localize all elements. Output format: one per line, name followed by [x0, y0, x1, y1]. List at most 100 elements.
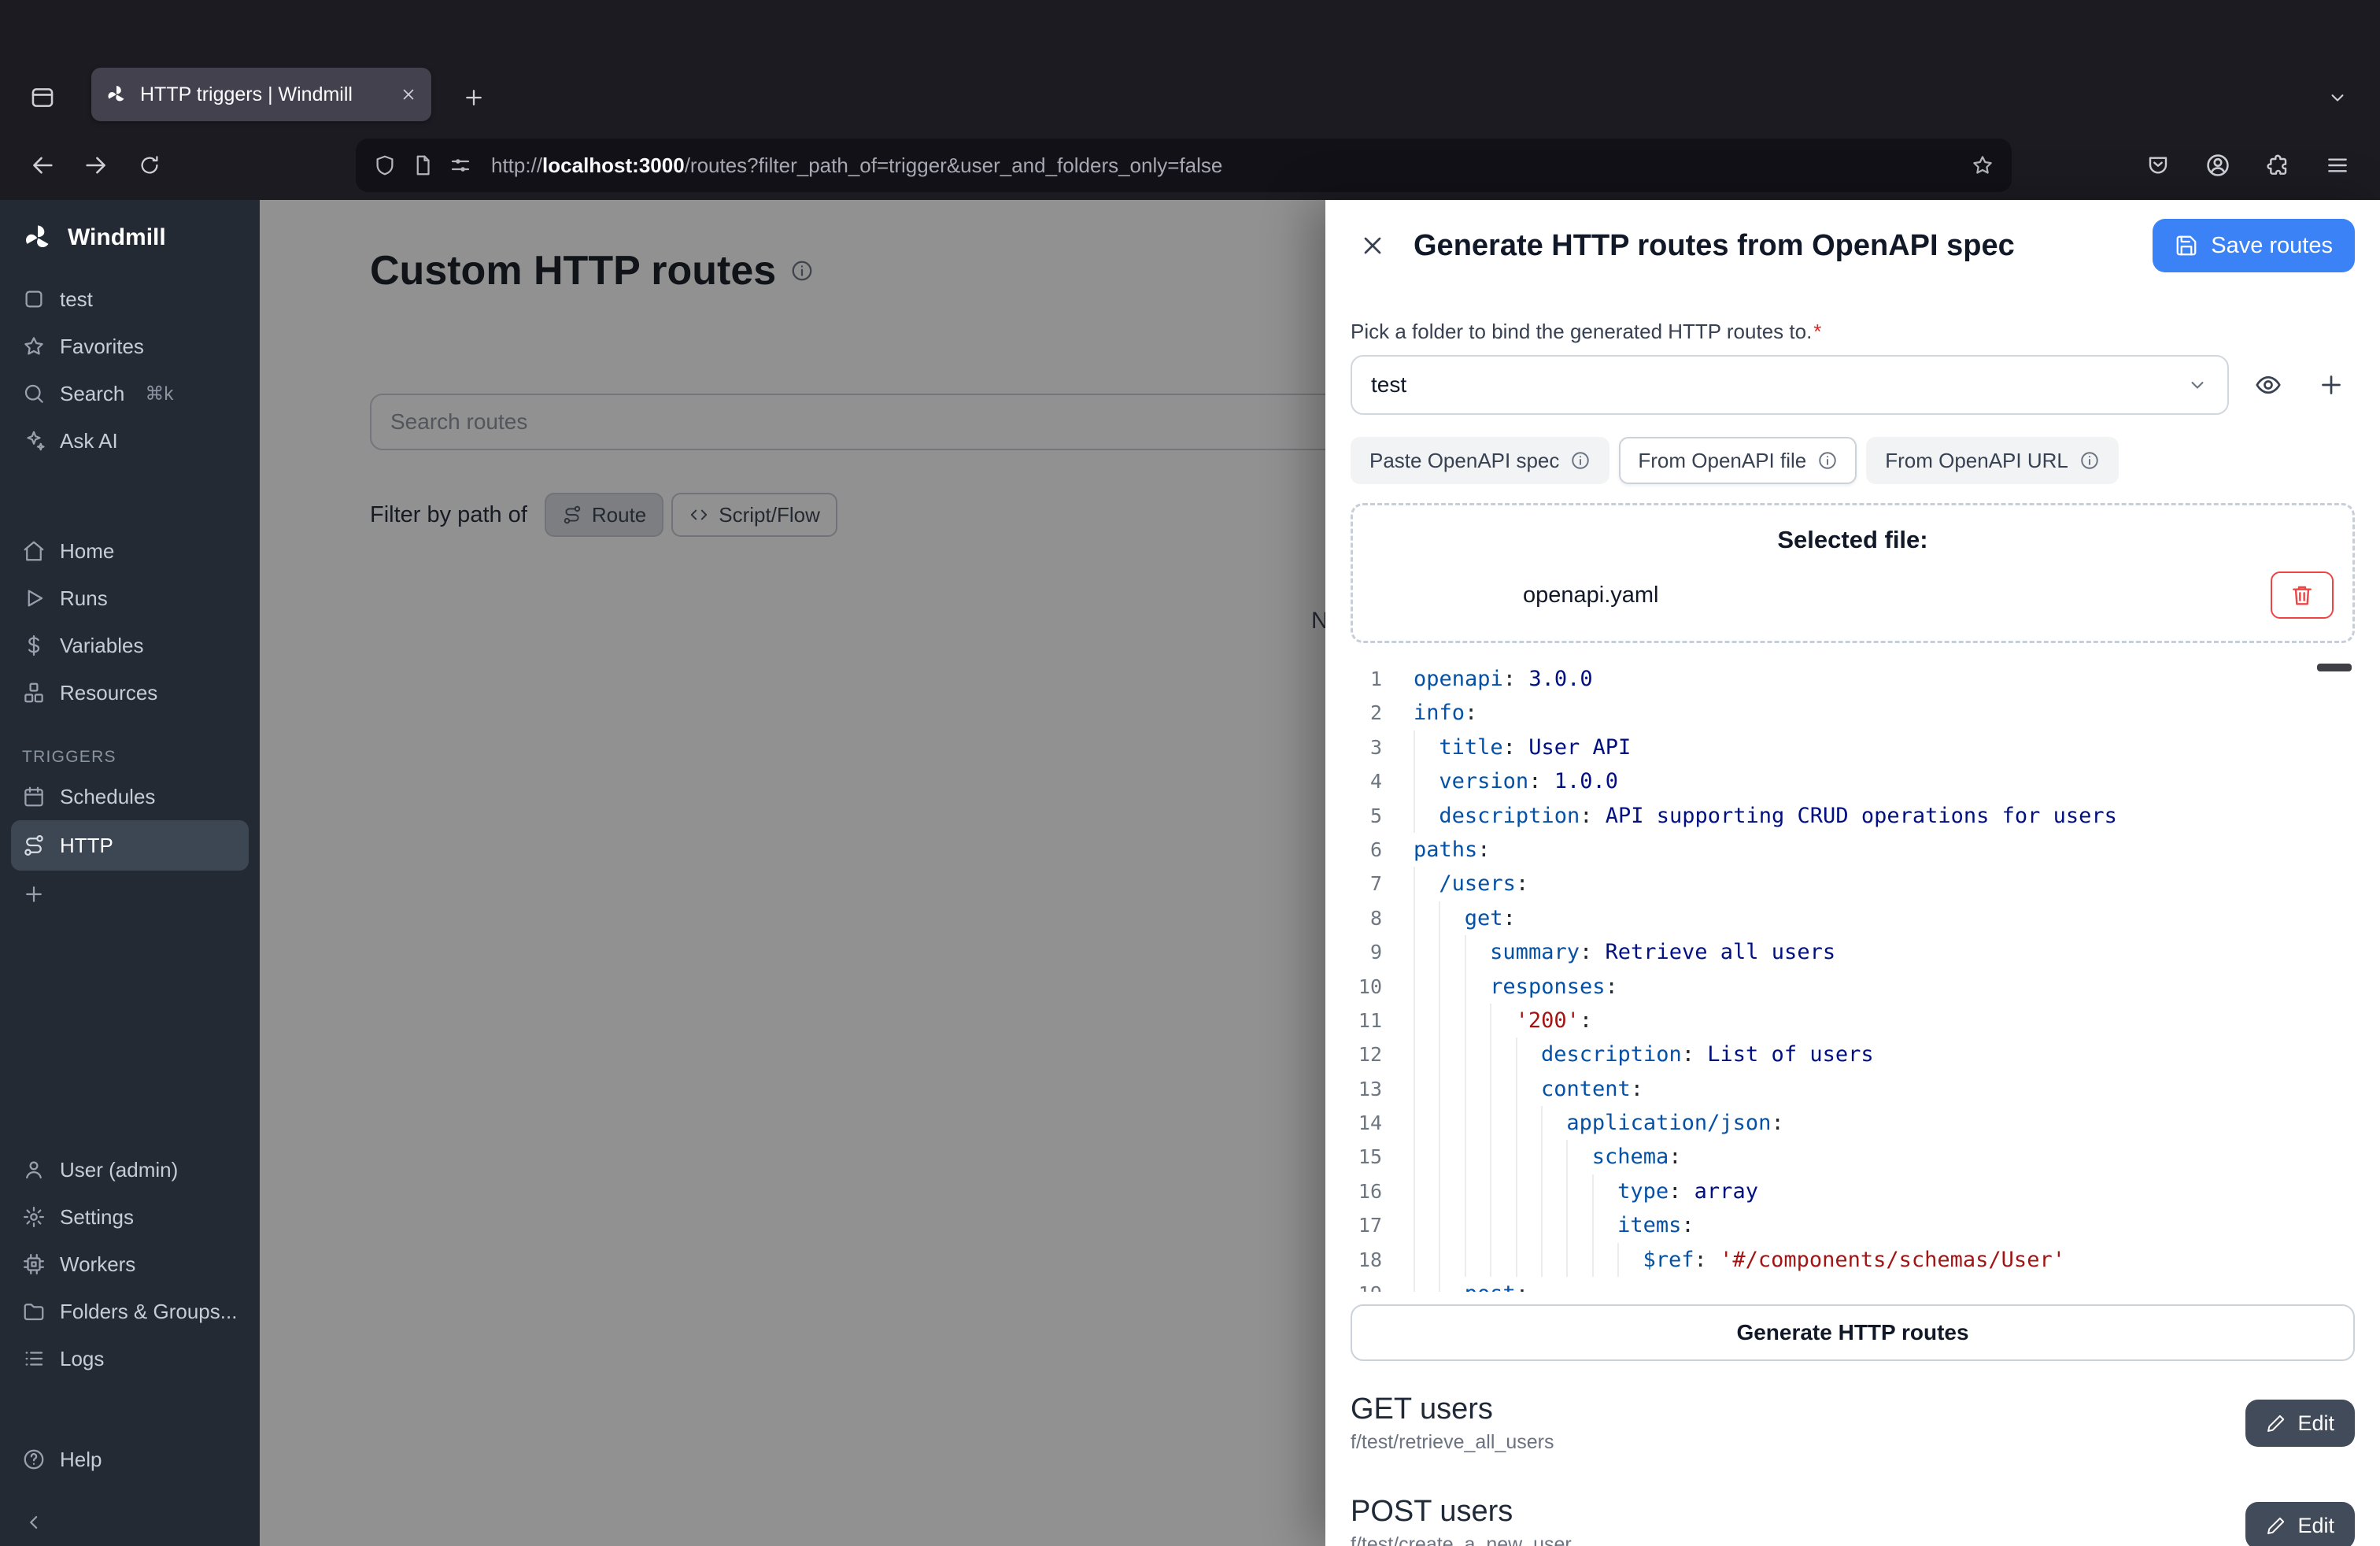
sidebar-item-label: User (admin) — [60, 1158, 178, 1182]
sidebar-item-resources[interactable]: Resources — [0, 669, 260, 716]
app-window: Windmill testFavoritesSearch⌘kAsk AI Hom… — [0, 200, 2380, 1546]
extensions-button[interactable] — [2254, 142, 2301, 189]
forward-button[interactable] — [72, 142, 120, 189]
account-button[interactable] — [2194, 142, 2241, 189]
indent-guide — [1465, 1106, 1490, 1140]
line-number: 16 — [1351, 1174, 1382, 1208]
chevDown-icon — [2186, 374, 2208, 396]
indent-guide — [1414, 1243, 1439, 1277]
indent-guide — [1490, 1072, 1515, 1106]
sidebar-item-variables[interactable]: Variables — [0, 622, 260, 669]
close-icon — [1358, 231, 1387, 260]
indent-guide — [1439, 1037, 1464, 1071]
sidebar-item-ask-ai[interactable]: Ask AI — [0, 417, 260, 464]
indent-guide — [1465, 935, 1490, 969]
sidebar-item-search[interactable]: Search⌘k — [0, 370, 260, 417]
sidebar-item-schedules[interactable]: Schedules — [0, 773, 260, 820]
sidebar-item-home[interactable]: Home — [0, 527, 260, 575]
list-all-tabs-button[interactable] — [2314, 74, 2361, 121]
menu-icon — [2325, 153, 2350, 178]
indent-guide — [1490, 1106, 1515, 1140]
sidebar-item-user-admin[interactable]: User (admin) — [0, 1146, 260, 1193]
browser-navbar: http://localhost:3000/routes?filter_path… — [0, 131, 2380, 200]
sidebar-collapse-button[interactable] — [0, 1499, 260, 1546]
sidebar-item-test[interactable]: test — [0, 276, 260, 323]
page-info-icon[interactable] — [411, 153, 434, 177]
sidebar-item-runs[interactable]: Runs — [0, 575, 260, 622]
add-folder-button[interactable] — [2308, 361, 2355, 409]
brand[interactable]: Windmill — [0, 200, 260, 276]
sidebar-item-help[interactable]: Help — [0, 1436, 260, 1483]
menu-button[interactable] — [2314, 142, 2361, 189]
sidebar-item-folders-groups[interactable]: Folders & Groups... — [0, 1288, 260, 1335]
shield-icon[interactable] — [373, 153, 397, 177]
edit-route-button[interactable]: Edit — [2245, 1400, 2355, 1447]
route-name: POST users — [1351, 1495, 1572, 1529]
source-tab-from-openapi-file[interactable]: From OpenAPI file — [1619, 437, 1857, 484]
reload-button[interactable] — [126, 142, 173, 189]
sidebar-bottom-group: User (admin) SettingsWorkersFolders & Gro… — [0, 1146, 260, 1382]
edit-route-button[interactable]: Edit — [2245, 1502, 2355, 1546]
url-text: http://localhost:3000/routes?filter_path… — [491, 153, 1222, 178]
indent-guide — [1541, 1140, 1566, 1174]
sidebar-item-settings[interactable]: Settings — [0, 1193, 260, 1241]
editor-scrollbar-thumb[interactable] — [2317, 664, 2352, 671]
route-path: f/test/create_a_new_user — [1351, 1533, 1572, 1546]
browser-tab[interactable]: HTTP triggers | Windmill — [91, 68, 431, 121]
source-tab-from-openapi-url[interactable]: From OpenAPI URL — [1866, 437, 2119, 484]
indent-guide — [1414, 1208, 1439, 1242]
indent-guide — [1439, 1174, 1464, 1208]
protection-toggles-icon[interactable] — [449, 153, 472, 177]
sidebar-nav-group: Home Runs Variables Resources — [0, 527, 260, 716]
line-number: 12 — [1351, 1037, 1382, 1071]
reload-icon — [138, 153, 161, 177]
tab-close-icon[interactable] — [400, 86, 417, 103]
indent-guide — [1465, 1004, 1490, 1037]
star-icon — [22, 335, 46, 358]
sidebar-help-group: Help — [0, 1436, 260, 1483]
drawer-title: Generate HTTP routes from OpenAPI spec — [1414, 229, 2134, 263]
indent-guide — [1465, 1037, 1490, 1071]
indent-guide — [1439, 935, 1464, 969]
folder-select[interactable]: test — [1351, 355, 2229, 415]
fwd-icon — [83, 152, 109, 179]
trash-icon — [2289, 583, 2315, 608]
code-line: 2info: — [1351, 696, 2355, 730]
sidebar-add-button[interactable] — [0, 871, 260, 918]
indent-guide — [1516, 1072, 1541, 1106]
code-line: 19post: — [1351, 1277, 2355, 1292]
save-routes-button[interactable]: Save routes — [2153, 219, 2355, 272]
back-button[interactable] — [19, 142, 66, 189]
drawer-close-button[interactable] — [1351, 224, 1395, 268]
code-line: 12description: List of users — [1351, 1037, 2355, 1071]
code-line: 9summary: Retrieve all users — [1351, 935, 2355, 969]
info-icon — [1817, 450, 1838, 471]
brand-name: Windmill — [68, 224, 166, 251]
bookmark-star-icon[interactable] — [1971, 153, 1994, 177]
indent-guide — [1465, 970, 1490, 1004]
line-number: 13 — [1351, 1072, 1382, 1106]
sidebar-item-favorites[interactable]: Favorites — [0, 323, 260, 370]
openapi-code-editor[interactable]: 1openapi: 3.0.02info:3title: User API4ve… — [1351, 662, 2355, 1292]
sidebar-item-workers[interactable]: Workers — [0, 1241, 260, 1288]
line-number: 18 — [1351, 1243, 1382, 1277]
indent-guide — [1566, 1140, 1591, 1174]
boxes-icon — [22, 681, 46, 705]
new-tab-button[interactable] — [450, 74, 497, 121]
chevron-down-icon — [2186, 374, 2208, 396]
required-asterisk: * — [1813, 320, 1821, 343]
sidebar-item-label: Resources — [60, 681, 157, 705]
sidebar-item-label: Runs — [60, 586, 108, 611]
pocket-save-button[interactable] — [2134, 142, 2182, 189]
code-line: 5description: API supporting CRUD operat… — [1351, 799, 2355, 833]
remove-file-button[interactable] — [2271, 571, 2334, 619]
generate-http-routes-button[interactable]: Generate HTTP routes — [1351, 1304, 2355, 1361]
line-number: 3 — [1351, 730, 1382, 764]
source-tab-paste-openapi-spec[interactable]: Paste OpenAPI spec — [1351, 437, 1609, 484]
sidebar-item-logs[interactable]: Logs — [0, 1335, 260, 1382]
firefox-view-button[interactable] — [19, 74, 66, 121]
url-bar[interactable]: http://localhost:3000/routes?filter_path… — [356, 139, 2012, 192]
sidebar-triggers-group: SchedulesHTTP — [0, 773, 260, 871]
sidebar-item-http[interactable]: HTTP — [11, 820, 249, 871]
preview-folder-button[interactable] — [2245, 361, 2292, 409]
